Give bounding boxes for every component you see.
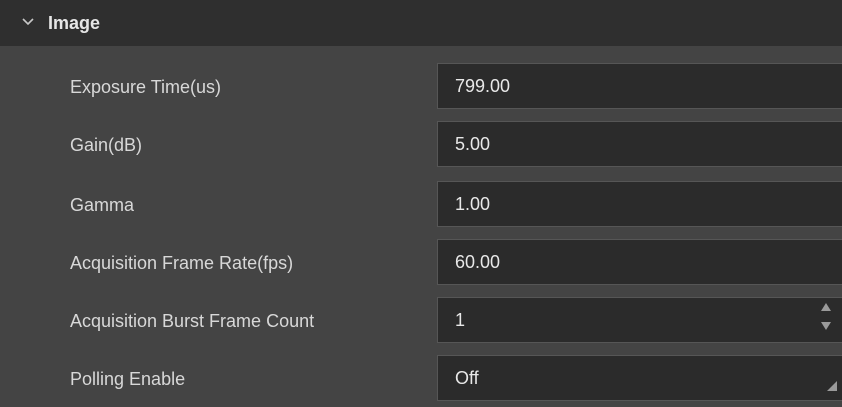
spin-down-icon[interactable] <box>819 319 833 333</box>
polling-enable-select[interactable]: Off <box>437 355 842 401</box>
property-label: Gamma <box>70 195 135 215</box>
property-label: Polling Enable <box>70 369 186 389</box>
gamma-input[interactable]: 1.00 <box>437 181 842 227</box>
property-row-gain: Gain(dB) 5.00 <box>0 116 842 174</box>
property-row-acquisition-frame-rate: Acquisition Frame Rate(fps) 60.00 <box>0 234 842 292</box>
acquisition-burst-frame-count-stepper[interactable]: 1 <box>437 297 842 343</box>
property-label: Exposure Time(us) <box>70 77 222 97</box>
property-label: Gain(dB) <box>70 135 143 155</box>
property-label: Acquisition Burst Frame Count <box>70 311 315 331</box>
exposure-time-input[interactable]: 799.00 <box>437 63 842 109</box>
acquisition-frame-rate-input[interactable]: 60.00 <box>437 239 842 285</box>
gain-input[interactable]: 5.00 <box>437 121 842 167</box>
property-row-polling-enable: Polling Enable Off <box>0 350 842 407</box>
property-label: Acquisition Frame Rate(fps) <box>70 253 294 273</box>
chevron-down-icon[interactable] <box>20 14 36 30</box>
spin-up-icon[interactable] <box>819 300 833 314</box>
property-row-exposure-time: Exposure Time(us) 799.00 <box>0 58 842 116</box>
dropdown-corner-icon[interactable] <box>827 381 837 391</box>
property-row-gamma: Gamma 1.00 <box>0 176 842 234</box>
section-header-image[interactable]: Image <box>0 0 842 46</box>
section-title: Image <box>48 13 101 33</box>
properties-panel: Image Exposure Time(us) 799.00 Gain(dB) … <box>0 0 842 407</box>
property-row-acquisition-burst-frame-count: Acquisition Burst Frame Count 1 <box>0 292 842 350</box>
